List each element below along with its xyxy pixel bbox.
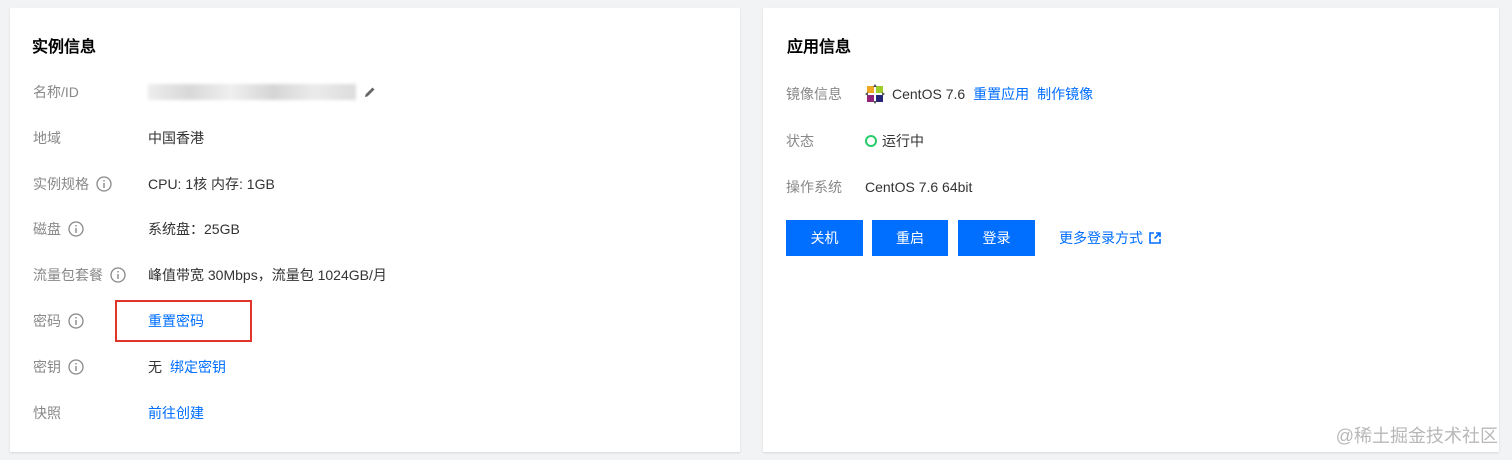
info-icon[interactable] (68, 359, 84, 375)
region-value: 中国香港 (148, 130, 204, 146)
centos-logo-icon (865, 84, 885, 104)
redacted-instance-id (148, 84, 356, 100)
instance-card-title: 实例信息 (32, 39, 97, 56)
traffic-label-group: 流量包套餐 (33, 265, 126, 285)
status-value: 运行中 (882, 133, 924, 149)
watermark: @稀土掘金技术社区 (1335, 426, 1498, 446)
name-id-label: 名称/ID (33, 84, 79, 100)
more-login-methods-link[interactable]: 更多登录方式 (1059, 228, 1161, 248)
key-value: 无 (148, 359, 162, 375)
app-card-title: 应用信息 (787, 39, 852, 56)
os-label: 操作系统 (786, 179, 842, 195)
create-snapshot-link[interactable]: 前往创建 (148, 403, 204, 423)
external-link-icon (1149, 232, 1161, 244)
traffic-value: 峰值带宽 30Mbps，流量包 1024GB/月 (148, 267, 387, 283)
info-icon[interactable] (96, 176, 112, 192)
status-running-icon (865, 135, 877, 147)
restart-button[interactable]: 重启 (872, 220, 948, 256)
info-icon[interactable] (68, 221, 84, 237)
status-label: 状态 (786, 133, 814, 149)
image-value-group: CentOS 7.6 重置应用 制作镜像 (865, 84, 1093, 104)
bind-key-link[interactable]: 绑定密钥 (170, 357, 226, 377)
key-value-group: 无 绑定密钥 (148, 357, 226, 377)
instance-info-card: 实例信息 名称/ID 地域 中国香港 实例规格 CPU: 1核 内存: 1GB … (10, 8, 740, 452)
spec-label: 实例规格 (33, 176, 89, 192)
spec-label-group: 实例规格 (33, 174, 112, 194)
name-id-value (148, 84, 376, 100)
password-label-group: 密码 (33, 311, 84, 331)
os-value: CentOS 7.6 64bit (865, 179, 973, 195)
info-icon[interactable] (68, 313, 84, 329)
edit-icon[interactable] (364, 86, 376, 98)
more-login-label: 更多登录方式 (1059, 230, 1143, 246)
app-info-card: 应用信息 镜像信息 CentOS 7.6 重置应用 制作镜像 状态 运行中 操作… (763, 8, 1499, 452)
image-label: 镜像信息 (786, 86, 842, 102)
image-value: CentOS 7.6 (892, 86, 966, 102)
reset-app-link[interactable]: 重置应用 (973, 84, 1029, 104)
info-icon[interactable] (110, 267, 126, 283)
spec-value: CPU: 1核 内存: 1GB (148, 176, 275, 192)
shutdown-button[interactable]: 关机 (786, 220, 863, 256)
password-label: 密码 (33, 313, 61, 329)
traffic-label: 流量包套餐 (33, 267, 103, 283)
disk-label: 磁盘 (33, 221, 61, 237)
region-label: 地域 (33, 130, 61, 146)
status-value-group: 运行中 (865, 131, 924, 151)
highlight-annotation-box (115, 300, 252, 342)
key-label-group: 密钥 (33, 357, 84, 377)
snapshot-label: 快照 (33, 405, 61, 421)
login-button[interactable]: 登录 (958, 220, 1035, 256)
disk-value: 系统盘：25GB (148, 221, 240, 237)
make-image-link[interactable]: 制作镜像 (1037, 84, 1093, 104)
disk-label-group: 磁盘 (33, 219, 84, 239)
key-label: 密钥 (33, 359, 61, 375)
